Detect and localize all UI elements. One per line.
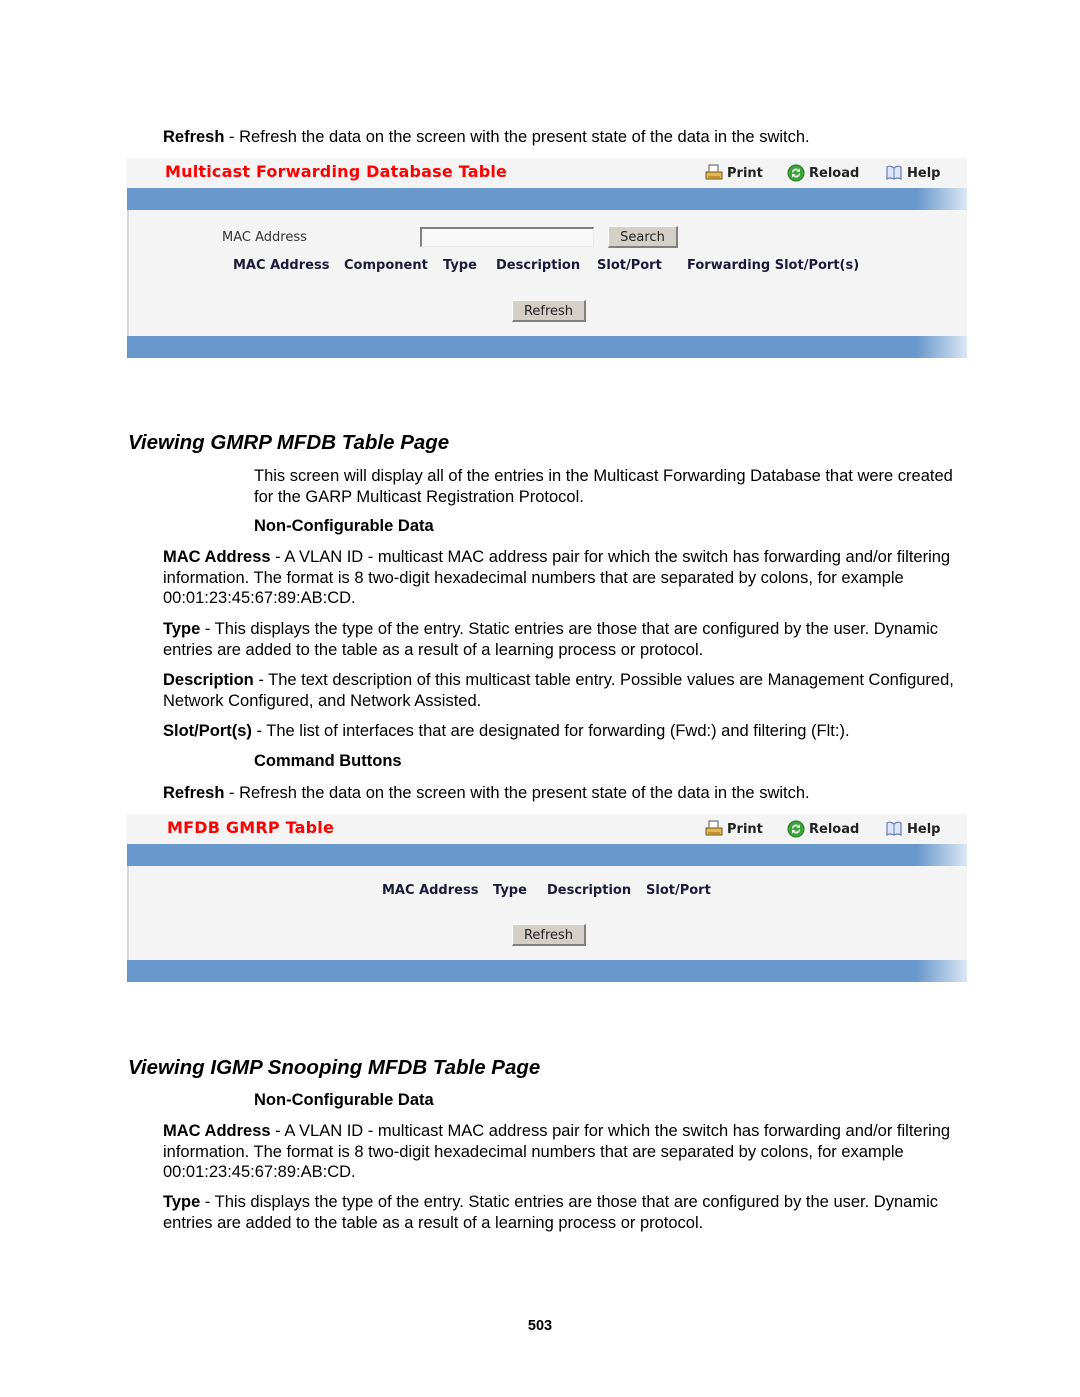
definition: - This displays the type of the entry. S… xyxy=(163,1193,938,1232)
term: Refresh xyxy=(163,784,225,802)
column-header-description: Description xyxy=(547,883,632,898)
help-button[interactable]: Help xyxy=(885,820,940,838)
reload-icon xyxy=(787,164,805,182)
section-title-igmp: Viewing IGMP Snooping MFDB Table Page xyxy=(128,1056,541,1079)
reload-label: Reload xyxy=(809,821,860,837)
print-button[interactable]: Print xyxy=(705,164,763,182)
print-label: Print xyxy=(727,821,763,837)
term: Slot/Port(s) xyxy=(163,722,252,740)
reload-button[interactable]: Reload xyxy=(787,164,859,182)
reload-label: Reload xyxy=(809,165,860,181)
refresh-button[interactable]: Refresh xyxy=(512,924,586,946)
panel-titlebar: Multicast Forwarding Database Table Prin… xyxy=(127,158,967,188)
definition-slot-ports: Slot/Port(s) - The list of interfaces th… xyxy=(163,721,963,742)
definition-type: Type - This displays the type of the ent… xyxy=(163,619,963,660)
definition: - A VLAN ID - multicast MAC address pair… xyxy=(163,548,951,607)
definition: - Refresh the data on the screen with th… xyxy=(224,128,810,146)
footer-bar xyxy=(127,960,967,982)
column-header-slot-port: Slot/Port xyxy=(646,883,711,898)
reload-button[interactable]: Reload xyxy=(787,820,859,838)
column-header-component: Component xyxy=(344,258,428,273)
search-button[interactable]: Search xyxy=(608,226,678,248)
definition: - The list of interfaces that are design… xyxy=(251,722,850,740)
reload-icon xyxy=(787,820,805,838)
print-label: Print xyxy=(727,165,763,181)
definition: - A VLAN ID - multicast MAC address pair… xyxy=(163,1122,951,1181)
term: Description xyxy=(163,671,254,689)
term: MAC Address xyxy=(163,1122,271,1140)
printer-icon xyxy=(705,820,723,836)
footer-bar xyxy=(127,336,967,358)
mac-address-search-label: MAC Address xyxy=(222,230,307,245)
printer-icon xyxy=(705,164,723,180)
definition-description: Description - The text description of th… xyxy=(163,670,963,711)
help-label: Help xyxy=(907,821,941,837)
section-title-gmrp: Viewing GMRP MFDB Table Page xyxy=(128,431,450,454)
column-header-type: Type xyxy=(493,883,527,898)
panel-titlebar: MFDB GMRP Table Print Reload Help xyxy=(127,814,967,844)
definition-mac-address: MAC Address - A VLAN ID - multicast MAC … xyxy=(163,547,963,609)
help-book-icon xyxy=(886,821,902,837)
definition: - This displays the type of the entry. S… xyxy=(163,620,938,659)
refresh-button[interactable]: Refresh xyxy=(512,300,586,322)
panel-body: MAC Address Type Description Slot/Port R… xyxy=(127,866,967,960)
definition: - Refresh the data on the screen with th… xyxy=(224,784,810,802)
refresh-description: Refresh - Refresh the data on the screen… xyxy=(163,127,963,148)
multicast-forwarding-database-panel: Multicast Forwarding Database Table Prin… xyxy=(127,158,967,360)
print-button[interactable]: Print xyxy=(705,820,763,838)
definition: - The text description of this multicast… xyxy=(163,671,954,710)
page-number: 503 xyxy=(527,1318,553,1334)
header-bar xyxy=(127,844,967,866)
definition-mac-address: MAC Address - A VLAN ID - multicast MAC … xyxy=(163,1121,963,1183)
term: MAC Address xyxy=(163,548,271,566)
panel-title: MFDB GMRP Table xyxy=(167,818,335,837)
definition-refresh: Refresh - Refresh the data on the screen… xyxy=(163,783,963,804)
term: Type xyxy=(163,620,201,638)
definition-type: Type - This displays the type of the ent… xyxy=(163,1192,963,1233)
column-header-type: Type xyxy=(443,258,477,273)
mac-address-search-input[interactable] xyxy=(420,227,594,247)
command-buttons-heading: Command Buttons xyxy=(254,752,402,770)
term: Refresh xyxy=(163,128,225,146)
help-button[interactable]: Help xyxy=(885,164,940,182)
mfdb-gmrp-table-panel: MFDB GMRP Table Print Reload Help MAC Ad… xyxy=(127,814,967,984)
non-configurable-heading: Non-Configurable Data xyxy=(254,517,434,535)
header-bar xyxy=(127,188,967,210)
term: Type xyxy=(163,1193,201,1211)
panel-body: MAC Address Search MAC Address Component… xyxy=(127,210,967,336)
column-header-slot-port: Slot/Port xyxy=(597,258,662,273)
help-label: Help xyxy=(907,165,941,181)
column-header-mac-address: MAC Address xyxy=(233,258,330,273)
gmrp-intro: This screen will display all of the entr… xyxy=(254,467,953,506)
column-header-description: Description xyxy=(496,258,581,273)
non-configurable-heading: Non-Configurable Data xyxy=(254,1091,434,1109)
column-header-mac-address: MAC Address xyxy=(382,883,479,898)
column-header-forwarding-slot-ports: Forwarding Slot/Port(s) xyxy=(687,258,860,273)
help-book-icon xyxy=(886,165,902,181)
panel-title: Multicast Forwarding Database Table xyxy=(165,162,508,181)
